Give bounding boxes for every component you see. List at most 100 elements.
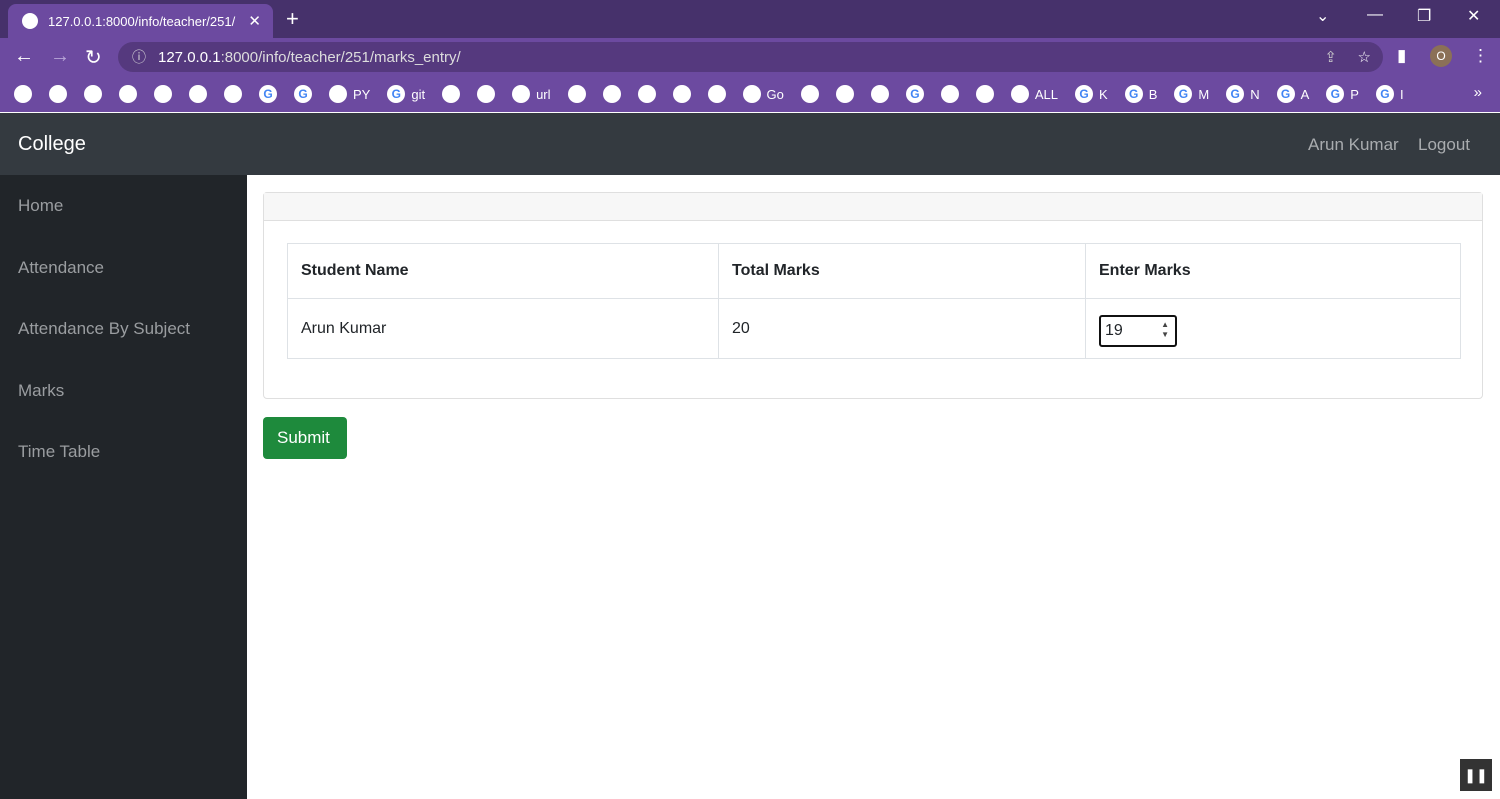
main-content: Student Name Total Marks Enter Marks Aru… (247, 175, 1500, 799)
bookmark-label: P (1350, 86, 1359, 102)
reload-button[interactable]: ↻ (85, 45, 102, 70)
url-path: :8000/info/teacher/251/marks_entry/ (220, 48, 461, 66)
bookmark-item[interactable] (602, 85, 621, 103)
bookmark-item[interactable]: G (259, 85, 277, 103)
bookmark-item[interactable] (567, 85, 586, 103)
sidebar-item-attendance-by-subject[interactable]: Attendance By Subject (0, 298, 247, 360)
link-icon (512, 85, 531, 103)
info-icon: ⓘ (132, 49, 146, 65)
pause-icon[interactable]: ❚❚ (1460, 759, 1492, 791)
bookmark-item[interactable] (154, 85, 172, 103)
duck-icon (800, 85, 819, 103)
bookmark-item[interactable] (800, 85, 819, 103)
new-tab-button[interactable]: + (286, 6, 299, 32)
bookmark-item[interactable] (442, 85, 461, 103)
bookmark-item[interactable] (940, 85, 959, 103)
bookmark-item[interactable]: G (294, 85, 312, 103)
forward-button[interactable]: → (50, 45, 70, 68)
total-marks: 20 (718, 298, 1086, 359)
tab-search-icon[interactable]: ⌄ (1316, 6, 1329, 26)
bookmark-item[interactable] (835, 85, 854, 103)
globe-icon (1010, 85, 1029, 103)
github-icon (329, 85, 347, 103)
bookmark-item[interactable] (84, 85, 102, 103)
sidebar-item-attendance[interactable]: Attendance (0, 237, 247, 299)
restore-button[interactable]: ❐ (1417, 6, 1431, 26)
bookmark-item[interactable] (672, 85, 691, 103)
student-name: Arun Kumar (287, 298, 719, 359)
share-icon[interactable]: ⇪ (1324, 48, 1337, 66)
bookmark-item[interactable] (975, 85, 994, 103)
back-button[interactable]: ← (14, 45, 34, 68)
google-icon: G (387, 85, 406, 103)
bookmark-item[interactable]: url (512, 85, 551, 103)
bookmark-label: N (1250, 86, 1260, 102)
tab-strip: 127.0.0.1:8000/info/teacher/251/✕ + ⌄ — … (0, 0, 1500, 38)
sidebar-item-time-table[interactable]: Time Table (0, 421, 247, 483)
marks-value: 19 (1105, 321, 1123, 339)
user-link[interactable]: Arun Kumar (1308, 135, 1399, 155)
bookmark-item[interactable] (49, 85, 67, 103)
bookmark-item[interactable]: PY (329, 85, 370, 103)
bookmark-item[interactable]: GP (1326, 85, 1359, 103)
sidebar-item-marks[interactable]: Marks (0, 360, 247, 422)
app-icon (84, 85, 102, 103)
yandex-icon (870, 85, 889, 103)
bookmark-item[interactable] (637, 85, 656, 103)
tab-title: 127.0.0.1:8000/info/teacher/251/ (48, 13, 236, 29)
bookmark-item[interactable]: GN (1226, 85, 1260, 103)
google-icon: G (294, 85, 312, 103)
submit-button[interactable]: Submit (263, 417, 347, 459)
camera-icon (637, 85, 656, 103)
address-bar[interactable]: ⓘ 127.0.0.1:8000/info/teacher/251/marks_e… (118, 42, 1383, 72)
close-tab-icon[interactable]: ✕ (248, 12, 261, 30)
marks-input[interactable]: 19 ▲ ▼ (1099, 314, 1177, 347)
sidebar-item-home[interactable]: Home (0, 175, 247, 237)
brand[interactable]: College (18, 133, 86, 156)
telegram-icon (224, 85, 242, 103)
marks-table: Student Name Total Marks Enter Marks Aru… (287, 243, 1461, 359)
bookmark-item[interactable]: GI (1375, 85, 1404, 103)
profile-avatar[interactable]: O (1430, 45, 1452, 67)
star-icon[interactable]: ☆ (1358, 48, 1371, 66)
marks-card: Student Name Total Marks Enter Marks Aru… (263, 192, 1483, 399)
bookmark-item[interactable] (477, 85, 496, 103)
bookmark-item[interactable]: Ggit (387, 85, 425, 103)
minimize-button[interactable]: — (1367, 6, 1383, 24)
bookmark-item[interactable] (707, 85, 726, 103)
google-icon: G (1124, 85, 1143, 103)
bookmark-item[interactable]: GA (1276, 85, 1310, 103)
plus-icon (49, 85, 67, 103)
menu-icon[interactable]: ⋮ (1472, 46, 1489, 66)
google-icon: G (905, 85, 924, 103)
app-navbar: College Arun Kumar Logout (0, 113, 1500, 175)
url-host: 127.0.0.1 (158, 48, 221, 66)
bookmark-label: M (1198, 86, 1210, 102)
bookmark-item[interactable]: GK (1075, 85, 1108, 103)
bookmark-item[interactable] (224, 85, 242, 103)
spinner-icon[interactable]: ▲ ▼ (1161, 320, 1169, 340)
google-icon: G (259, 85, 277, 103)
analytics-icon (119, 85, 137, 103)
bookmark-item[interactable] (119, 85, 137, 103)
close-window-button[interactable]: ✕ (1467, 6, 1480, 26)
side-panel-icon[interactable]: ▮ (1397, 46, 1406, 66)
bookmark-label: A (1300, 86, 1310, 102)
more-bookmarks-icon[interactable]: » (1474, 84, 1482, 101)
bookmark-item[interactable]: G (905, 85, 924, 103)
p-icon (602, 85, 621, 103)
bookmark-item[interactable] (870, 85, 889, 103)
bookmark-item[interactable]: GM (1174, 85, 1209, 103)
bookmark-item[interactable] (189, 85, 207, 103)
header-student-name: Student Name (287, 243, 719, 299)
browser-tab[interactable]: 127.0.0.1:8000/info/teacher/251/ ✕ (8, 4, 273, 38)
bookmark-item[interactable]: Go (742, 85, 784, 103)
eye-icon (975, 85, 994, 103)
browser-toolbar: ← → ↻ ⓘ 127.0.0.1:8000/info/teacher/251/m… (0, 38, 1500, 76)
circle-icon (707, 85, 726, 103)
bookmark-item[interactable]: GB (1124, 85, 1157, 103)
go-icon (742, 85, 761, 103)
logout-link[interactable]: Logout (1418, 135, 1470, 155)
bookmark-item[interactable]: ALL (1010, 85, 1058, 103)
bookmark-item[interactable] (14, 85, 32, 103)
